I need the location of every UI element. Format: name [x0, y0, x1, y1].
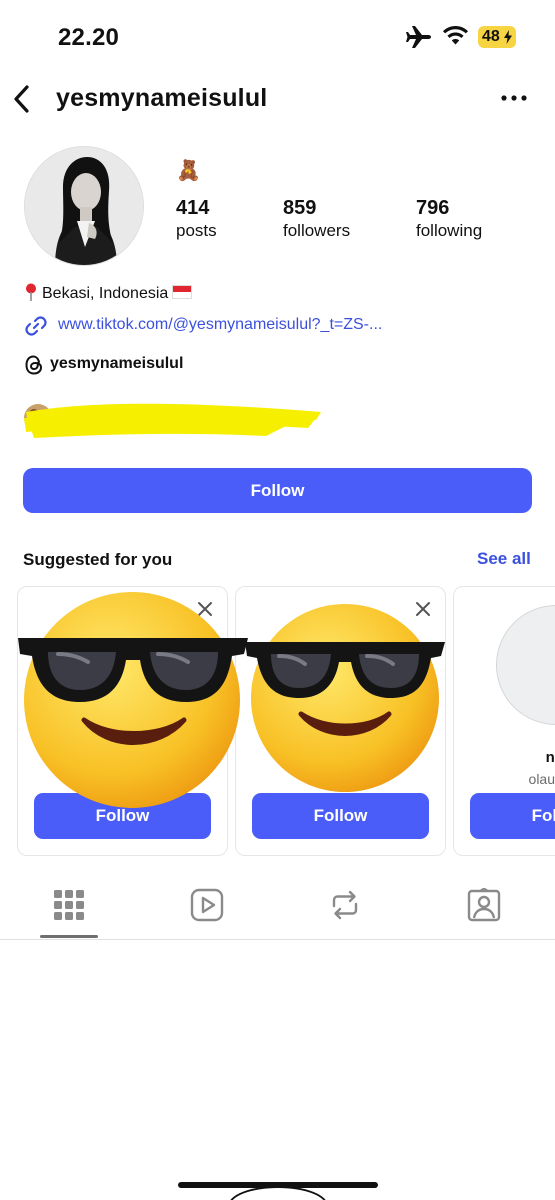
home-indicator[interactable]: [178, 1182, 378, 1188]
sunglasses-face-sticker: [18, 592, 248, 808]
link-icon: [25, 316, 47, 336]
posts-value: 414: [176, 197, 210, 219]
threads-icon: [25, 355, 43, 375]
tagged-icon[interactable]: [467, 888, 501, 922]
profile-tabs: [0, 880, 555, 940]
see-all-link[interactable]: See all: [477, 549, 531, 569]
suggested-avatar: [496, 605, 555, 725]
suggested-title: Suggested for you: [23, 550, 173, 569]
follow-button[interactable]: Follow: [23, 468, 532, 513]
following-label: following: [416, 221, 483, 240]
indonesia-flag-icon: [172, 285, 193, 299]
chevron-left-icon[interactable]: [10, 82, 34, 116]
followers-label: followers: [283, 221, 351, 240]
battery-charging-icon: [504, 30, 512, 44]
profile-header: yesmynameisulul: [0, 72, 555, 128]
sunglasses-face-sticker: [245, 604, 445, 792]
posts-label: posts: [176, 221, 217, 240]
followers-count[interactable]: 859 followers: [283, 196, 350, 242]
wifi-icon: [443, 26, 468, 45]
bio-redaction-scribble: [24, 403, 321, 438]
battery-indicator: 48: [478, 26, 516, 48]
suggested-card[interactable]: nec olaugh_w Follow: [453, 586, 555, 856]
avatar-photo: [25, 147, 143, 265]
suggested-follow-button[interactable]: Follow: [470, 793, 555, 839]
airplane-icon: [406, 26, 431, 48]
status-emoji: 🧸: [176, 160, 201, 182]
avatar[interactable]: [24, 146, 144, 266]
reposts-icon[interactable]: [328, 888, 362, 922]
bottom-overlay-outline: [228, 1186, 328, 1200]
status-time: 22.20: [58, 24, 120, 51]
following-value: 796: [416, 197, 450, 219]
suggested-handle: olaugh_w: [528, 771, 555, 787]
suggested-name: nec: [545, 749, 555, 766]
active-tab-indicator: [40, 935, 98, 938]
status-bar: 22.20 48: [0, 0, 555, 72]
followers-value: 859: [283, 197, 317, 219]
threads-handle: yesmynameisulul: [50, 355, 184, 372]
more-horizontal-icon[interactable]: [500, 92, 528, 104]
grid-icon[interactable]: [52, 888, 86, 922]
suggested-follow-button[interactable]: Follow: [252, 793, 429, 839]
battery-level: 48: [482, 28, 500, 45]
pin-icon: [26, 283, 36, 301]
location-text: Bekasi, Indonesia: [42, 285, 169, 302]
reels-icon[interactable]: [190, 888, 224, 922]
following-count[interactable]: 796 following: [416, 196, 482, 242]
bio-location: Bekasi, Indonesia: [24, 283, 193, 303]
link-text[interactable]: www.tiktok.com/@yesmynameisulul?_t=ZS-..…: [58, 316, 382, 334]
posts-count[interactable]: 414 posts: [176, 196, 217, 242]
page-title: yesmynameisulul: [56, 84, 268, 112]
